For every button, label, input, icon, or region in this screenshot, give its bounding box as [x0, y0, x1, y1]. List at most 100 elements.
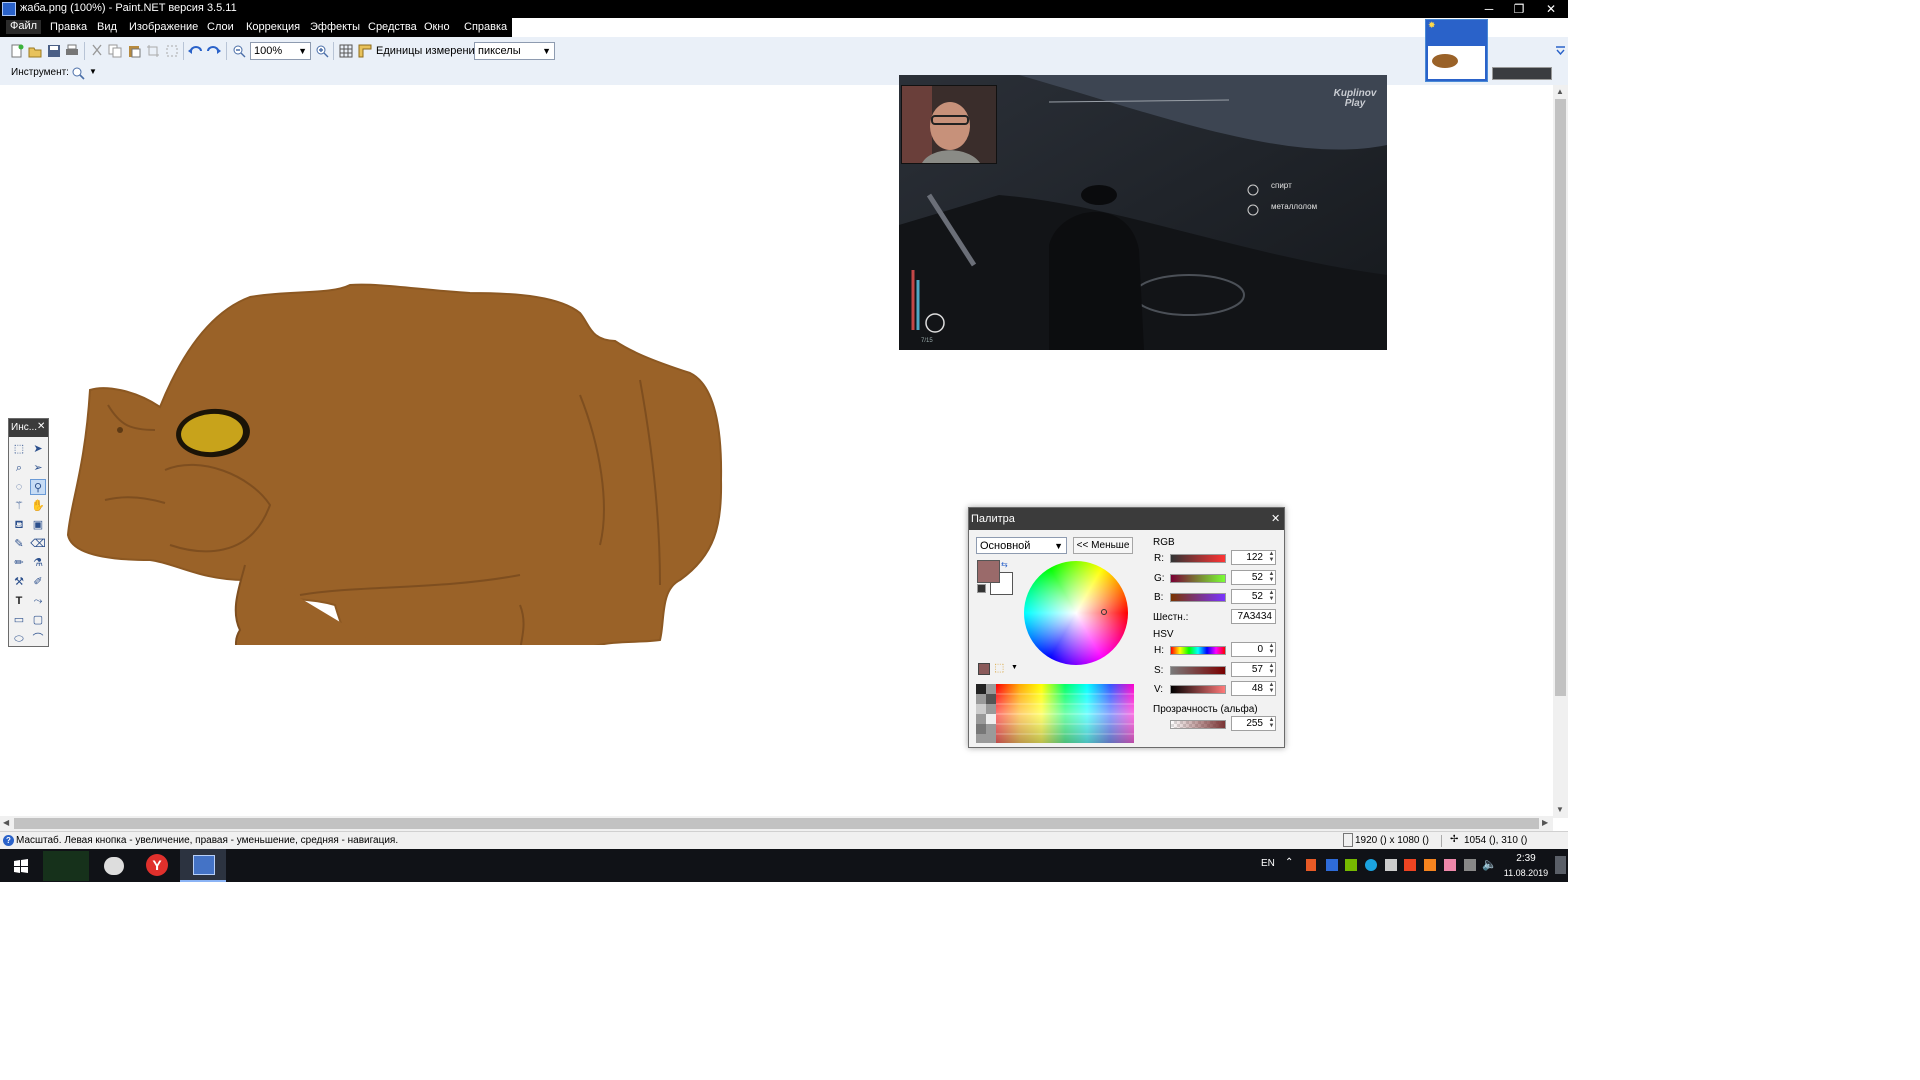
scroll-up-icon[interactable]: ▲ [1556, 87, 1564, 96]
canvas-area[interactable]: спирт металлолом 7/15 Kuplinov Play [0, 75, 1553, 816]
tray-app-icon-5[interactable] [1404, 859, 1416, 871]
palette-menu-icon[interactable]: ⬚ [994, 661, 1004, 674]
menu-help[interactable]: Справка [464, 21, 507, 33]
save-icon[interactable] [47, 44, 61, 58]
rectangle-select-icon[interactable]: ⬚ [11, 441, 27, 457]
value-slider[interactable] [1170, 685, 1226, 694]
open-folder-icon[interactable] [28, 44, 42, 58]
deselect-icon[interactable] [165, 44, 179, 58]
minimize-button[interactable]: ─ [1472, 0, 1506, 18]
color-palette-grid[interactable] [976, 684, 1134, 743]
new-file-icon[interactable] [10, 44, 24, 58]
pencil-icon[interactable]: ✏ [11, 555, 27, 571]
windows-start-icon[interactable] [14, 859, 28, 873]
color-wheel[interactable] [1024, 561, 1128, 665]
paint-bucket-icon[interactable]: ⛾ [11, 517, 27, 533]
move-selected-icon[interactable]: ➢ [30, 460, 46, 476]
taskbar-paintnet-active[interactable] [180, 849, 226, 882]
clock-time[interactable]: 2:39 [1506, 853, 1546, 864]
alpha-spinner-icon[interactable]: ▲ ▼ [1267, 717, 1276, 730]
cut-icon[interactable] [90, 44, 104, 58]
eraser-icon[interactable]: ⌫ [30, 536, 46, 552]
horizontal-scrollbar[interactable]: ◀ ▶ [0, 816, 1553, 831]
units-combo[interactable]: пикселы ▼ [474, 42, 555, 60]
green-spinner-icon[interactable]: ▲ ▼ [1267, 571, 1276, 584]
tray-app-icon-3[interactable] [1365, 859, 1377, 871]
red-spinner-icon[interactable]: ▲ ▼ [1267, 551, 1276, 564]
alpha-slider[interactable] [1170, 720, 1226, 729]
palette-menu-arrow-icon[interactable]: ▼ [1011, 664, 1018, 671]
saturation-slider[interactable] [1170, 666, 1226, 675]
crop-icon[interactable] [146, 44, 160, 58]
tray-app-icon-2[interactable] [1326, 859, 1338, 871]
restore-button[interactable]: ❐ [1502, 0, 1536, 18]
scroll-left-icon[interactable]: ◀ [3, 818, 9, 827]
value-spinner-icon[interactable]: ▲ ▼ [1267, 682, 1276, 695]
tray-app-icon-4[interactable] [1385, 859, 1397, 871]
volume-icon[interactable]: 🔈 [1482, 857, 1497, 871]
close-icon[interactable]: ✕ [1271, 512, 1280, 525]
vertical-scrollbar[interactable]: ▲ ▼ [1553, 85, 1568, 818]
add-to-palette-icon[interactable] [978, 663, 990, 675]
move-selection-icon[interactable]: ➤ [30, 441, 46, 457]
magnifier-tool-icon[interactable] [71, 66, 85, 80]
rounded-rectangle-icon[interactable]: ▢ [30, 612, 46, 628]
red-slider[interactable] [1170, 554, 1226, 563]
hue-spinner-icon[interactable]: ▲ ▼ [1267, 643, 1276, 656]
zoom-in-icon[interactable] [315, 44, 329, 58]
scroll-down-icon[interactable]: ▼ [1556, 805, 1564, 814]
close-icon[interactable]: ✕ [37, 421, 45, 432]
ellipse-select-icon[interactable]: ◌ [11, 479, 27, 495]
freeform-shape-icon[interactable]: ⌒ [30, 631, 46, 647]
hex-value-input[interactable]: 7A3434 [1231, 609, 1276, 624]
menu-view[interactable]: Вид [97, 21, 117, 33]
redo-icon[interactable] [207, 44, 221, 58]
menu-file[interactable]: Файл [6, 20, 42, 34]
paintbrush-icon[interactable]: ✎ [11, 536, 27, 552]
network-icon[interactable] [1464, 859, 1476, 871]
tool-dropdown-arrow-icon[interactable]: ▼ [89, 67, 97, 76]
nvidia-tray-icon[interactable] [1345, 859, 1357, 871]
print-icon[interactable] [65, 44, 79, 58]
reset-colors-icon[interactable] [977, 584, 986, 593]
clone-stamp-icon[interactable]: ⚒ [11, 574, 27, 590]
menu-utilities[interactable]: Средства [368, 21, 417, 33]
magic-wand-icon[interactable]: ⚚ [11, 498, 27, 514]
grid-icon[interactable] [339, 44, 353, 58]
close-button[interactable]: ✕ [1534, 0, 1568, 18]
tray-overflow-chevron-icon[interactable]: ⌃ [1285, 857, 1293, 868]
horizontal-scroll-thumb[interactable] [14, 818, 1539, 829]
toolbar-overflow-icon[interactable] [1555, 45, 1566, 55]
input-language[interactable]: EN [1261, 858, 1275, 869]
rulers-icon[interactable] [358, 44, 372, 58]
menu-image[interactable]: Изображение [129, 21, 198, 33]
rectangle-shape-icon[interactable]: ▭ [11, 612, 27, 628]
green-slider[interactable] [1170, 574, 1226, 583]
taskbar-app-blurred[interactable] [43, 851, 89, 881]
menu-adjustments[interactable]: Коррекция [246, 21, 300, 33]
tray-app-icon-1[interactable] [1306, 859, 1316, 871]
less-button[interactable]: << Меньше [1073, 537, 1133, 554]
saturation-spinner-icon[interactable]: ▲ ▼ [1267, 663, 1276, 676]
menu-window[interactable]: Окно [424, 21, 450, 33]
scroll-right-icon[interactable]: ▶ [1542, 818, 1548, 827]
ellipse-shape-icon[interactable]: ⬭ [11, 631, 27, 647]
menu-layers[interactable]: Слои [207, 21, 234, 33]
clock-date[interactable]: 11.08.2019 [1502, 868, 1550, 878]
zoom-out-icon[interactable] [232, 44, 246, 58]
color-mode-select[interactable]: Основной ▼ [976, 537, 1067, 554]
lasso-select-icon[interactable]: ⌕ [11, 460, 27, 476]
tools-window-titlebar[interactable]: Инс... ✕ [9, 419, 48, 437]
menu-edit[interactable]: Правка [50, 21, 87, 33]
blue-slider[interactable] [1170, 593, 1226, 602]
color-picker-icon[interactable]: ⚗ [30, 555, 46, 571]
thumbnail-second-image[interactable] [1492, 67, 1552, 80]
hue-slider[interactable] [1170, 646, 1226, 655]
zoom-combo[interactable]: 100% ▼ [250, 42, 311, 60]
vertical-scroll-thumb[interactable] [1555, 99, 1566, 696]
blue-spinner-icon[interactable]: ▲ ▼ [1267, 590, 1276, 603]
copy-icon[interactable] [108, 44, 122, 58]
paste-icon[interactable] [127, 44, 141, 58]
palette-titlebar[interactable]: Палитра ✕ [969, 508, 1284, 530]
menu-effects[interactable]: Эффекты [310, 21, 360, 33]
